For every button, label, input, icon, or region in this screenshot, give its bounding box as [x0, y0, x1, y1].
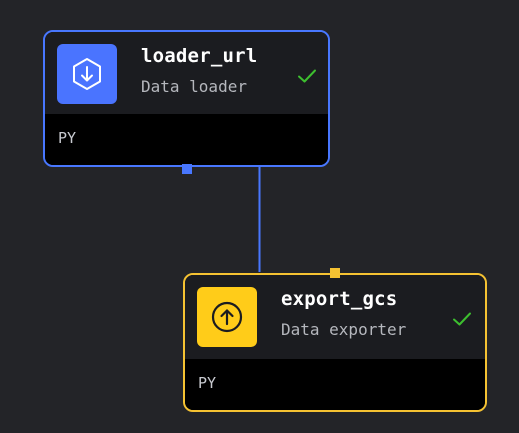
block-name: loader_url: [141, 45, 258, 67]
block-name: export_gcs: [281, 288, 398, 310]
block-language-label: PY: [198, 374, 217, 392]
output-port[interactable]: [182, 164, 192, 174]
upload-icon: [211, 301, 243, 333]
pipeline-canvas[interactable]: loader_url Data loader PY export_gcs Dat…: [0, 0, 519, 433]
block-footer: PY: [45, 114, 328, 165]
block-loader-url[interactable]: loader_url Data loader PY: [43, 30, 330, 167]
block-language-label: PY: [58, 129, 77, 147]
input-port[interactable]: [330, 268, 340, 278]
download-icon: [73, 58, 101, 90]
block-header: export_gcs Data exporter: [185, 275, 485, 359]
block-type-label: Data exporter: [281, 320, 407, 339]
block-footer: PY: [185, 359, 485, 410]
success-check-icon: [453, 312, 471, 326]
block-type-label: Data loader: [141, 77, 247, 96]
block-icon-box: [57, 44, 117, 104]
block-icon-box: [197, 287, 257, 347]
success-check-icon: [298, 69, 316, 83]
block-header: loader_url Data loader: [45, 32, 328, 116]
block-export-gcs[interactable]: export_gcs Data exporter PY: [183, 273, 487, 412]
